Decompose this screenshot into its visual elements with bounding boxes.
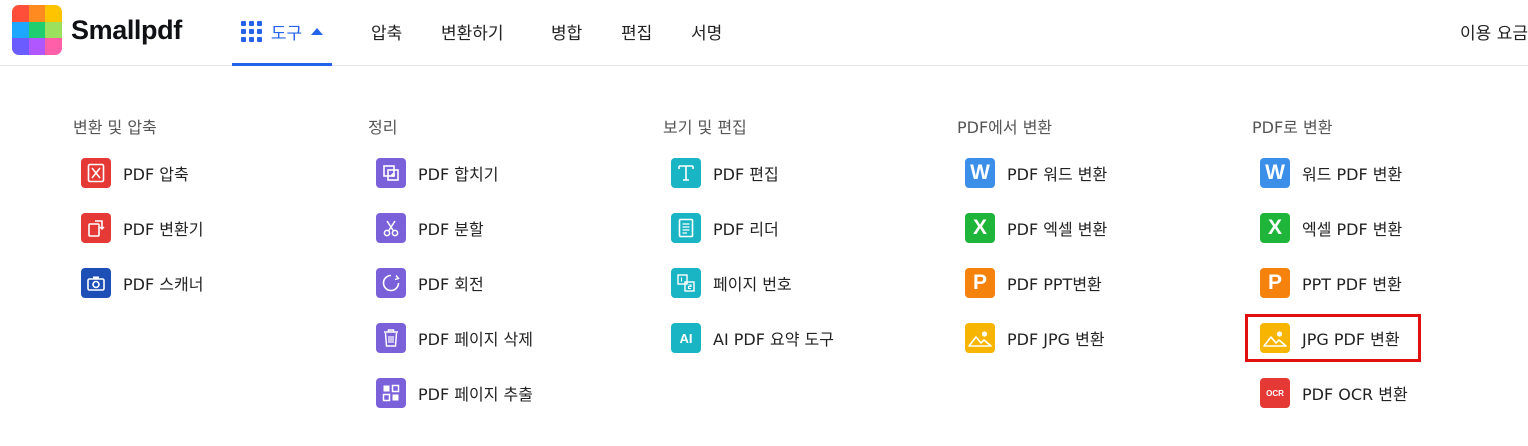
trash-icon [376,323,406,353]
tool-excel-to-pdf[interactable]: X 엑셀 PDF 변환 [1260,213,1402,243]
menu-column-convert-compress: 변환 및 압축 PDF 압축 PDF 변환기 PDF 스캐너 [73,118,203,298]
tool-label: PDF 워드 변환 [1007,165,1108,184]
tool-pdf-merge[interactable]: PDF 합치기 [376,158,498,188]
caret-up-icon [311,28,324,35]
tool-word-to-pdf[interactable]: W 워드 PDF 변환 [1260,158,1402,188]
excel-icon: X [1260,213,1290,243]
merge-icon [376,158,406,188]
tool-pdf-extract-pages[interactable]: PDF 페이지 추출 [376,378,533,408]
nav-merge[interactable]: 병합 [551,19,582,44]
tool-label: PDF 회전 [418,275,484,294]
tool-label: 워드 PDF 변환 [1302,165,1403,184]
rotate-icon [376,268,406,298]
top-header: Smallpdf 도구 압축 변환하기 병합 편집 서명 이용 요금 [0,0,1528,66]
tool-pdf-to-excel[interactable]: X PDF 엑셀 변환 [965,213,1107,243]
tool-label: 페이지 번호 [713,275,792,294]
tool-pdf-to-ppt[interactable]: P PDF PPT변환 [965,268,1102,298]
logo-text: Smallpdf [71,14,182,45]
column-title: 보기 및 편집 [663,118,747,137]
apps-grid-icon [240,20,263,43]
page-number-icon [671,268,701,298]
menu-column-organize: 정리 PDF 합치기 PDF 분할 PDF 회전 PDF 페이지 삭제 PDF … [368,118,533,408]
powerpoint-icon: P [1260,268,1290,298]
tool-label: PDF 리더 [713,220,779,239]
tool-label: PDF 엑셀 변환 [1007,220,1108,239]
text-edit-icon [671,158,701,188]
nav-tools-label: 도구 [270,24,303,44]
tool-pdf-split[interactable]: PDF 분할 [376,213,484,243]
image-icon [965,323,995,353]
menu-column-view-edit: 보기 및 편집 PDF 편집 PDF 리더 페이지 번호 AI AI PDF 요… [663,118,834,353]
ocr-icon: OCR [1260,378,1290,408]
tool-ai-pdf-summarizer[interactable]: AI AI PDF 요약 도구 [671,323,834,353]
tool-pdf-converter[interactable]: PDF 변환기 [81,213,203,243]
nav-edit[interactable]: 편집 [621,19,652,44]
nav-convert[interactable]: 변환하기 [441,19,504,44]
tool-pdf-compress[interactable]: PDF 압축 [81,158,189,188]
tool-pdf-ocr[interactable]: OCR PDF OCR 변환 [1260,378,1408,408]
image-icon [1260,323,1290,353]
tool-ppt-to-pdf[interactable]: P PPT PDF 변환 [1260,268,1402,298]
nav-pricing[interactable]: 이용 요금 [1460,19,1528,44]
convert-icon [81,213,111,243]
tool-pdf-to-jpg[interactable]: PDF JPG 변환 [965,323,1105,353]
smallpdf-logo[interactable]: Smallpdf [12,5,182,55]
smallpdf-logo-icon [12,5,62,55]
tool-label: PDF 분할 [418,220,484,239]
menu-column-convert-to-pdf: PDF로 변환 W 워드 PDF 변환 X 엑셀 PDF 변환 P PPT PD… [1252,118,1408,408]
tool-label: PPT PDF 변환 [1302,275,1402,294]
tool-label: PDF 페이지 삭제 [418,330,533,349]
tool-pdf-edit[interactable]: PDF 편집 [671,158,779,188]
word-icon: W [1260,158,1290,188]
tool-label: PDF 스캐너 [123,275,204,294]
tool-label: PDF 변환기 [123,220,204,239]
compress-icon [81,158,111,188]
tool-label: PDF 합치기 [418,165,499,184]
tool-label: 엑셀 PDF 변환 [1302,220,1403,239]
column-title: PDF에서 변환 [957,118,1053,137]
tool-jpg-to-pdf[interactable]: JPG PDF 변환 [1260,323,1400,353]
menu-column-convert-from-pdf: PDF에서 변환 W PDF 워드 변환 X PDF 엑셀 변환 P PDF P… [957,118,1107,353]
tool-label: AI PDF 요약 도구 [713,330,834,349]
tool-pdf-rotate[interactable]: PDF 회전 [376,268,484,298]
excel-icon: X [965,213,995,243]
tool-page-numbers[interactable]: 페이지 번호 [671,268,792,298]
powerpoint-icon: P [965,268,995,298]
column-title: 정리 [368,118,398,137]
tool-pdf-reader[interactable]: PDF 리더 [671,213,779,243]
column-title: PDF로 변환 [1252,118,1333,137]
tool-label: JPG PDF 변환 [1302,330,1400,349]
tool-label: PDF 압축 [123,165,189,184]
document-reader-icon [671,213,701,243]
tool-pdf-scanner[interactable]: PDF 스캐너 [81,268,203,298]
tool-label: PDF 편집 [713,165,779,184]
extract-pages-icon [376,378,406,408]
nav-tools-menu[interactable]: 도구 [232,0,332,66]
tool-label: PDF 페이지 추출 [418,385,533,404]
camera-icon [81,268,111,298]
tool-label: PDF PPT변환 [1007,275,1102,294]
tool-pdf-to-word[interactable]: W PDF 워드 변환 [965,158,1107,188]
ai-icon: AI [671,323,701,353]
column-title: 변환 및 압축 [73,118,157,137]
nav-sign[interactable]: 서명 [691,19,722,44]
scissors-icon [376,213,406,243]
word-icon: W [965,158,995,188]
tool-label: PDF OCR 변환 [1302,385,1408,404]
tool-pdf-delete-pages[interactable]: PDF 페이지 삭제 [376,323,533,353]
tool-label: PDF JPG 변환 [1007,330,1105,349]
nav-compress[interactable]: 압축 [371,19,402,44]
